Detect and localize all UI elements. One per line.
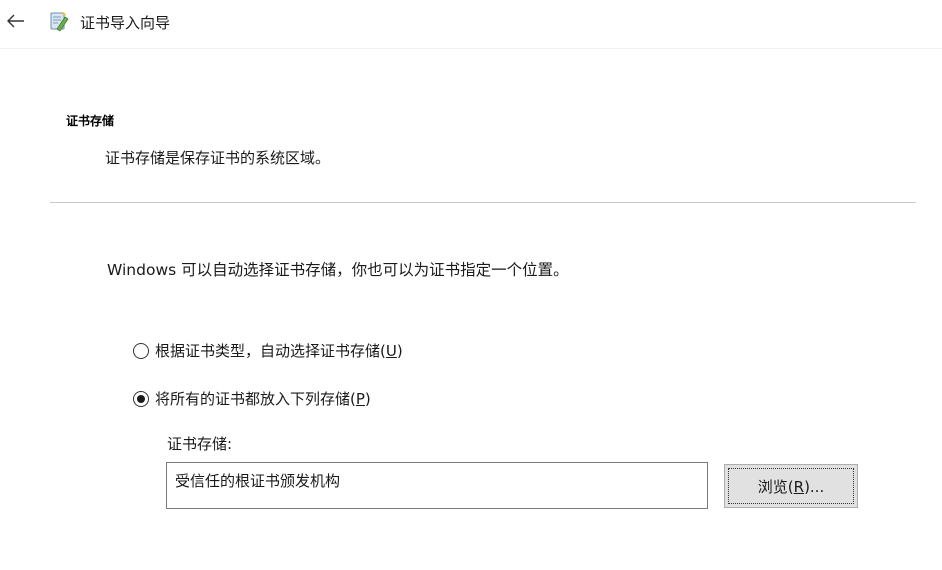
radio-label-auto: 根据证书类型，自动选择证书存储(U): [155, 342, 403, 360]
certificate-wizard-icon: [47, 9, 71, 33]
section-heading: 证书存储: [66, 114, 115, 128]
header-divider: [0, 48, 942, 49]
back-arrow-icon[interactable]: [4, 9, 28, 33]
section-divider: [50, 202, 916, 203]
radio-button-selected[interactable]: [133, 390, 149, 407]
browse-button[interactable]: 浏览(R)...: [724, 464, 858, 508]
browse-button-label: 浏览(R)...: [757, 477, 825, 496]
radio-place-all-in-store[interactable]: 将所有的证书都放入下列存储(P): [133, 388, 371, 409]
certificate-store-label: 证书存储:: [167, 435, 233, 453]
section-description: 证书存储是保存证书的系统区域。: [105, 149, 331, 167]
title-bar: 证书导入向导: [0, 0, 942, 46]
intro-text: Windows 可以自动选择证书存储，你也可以为证书指定一个位置。: [107, 261, 569, 279]
radio-button-unselected[interactable]: [133, 342, 149, 359]
radio-label-place-all: 将所有的证书都放入下列存储(P): [155, 390, 371, 408]
certificate-store-field[interactable]: [166, 462, 708, 509]
window-title: 证书导入向导: [80, 14, 171, 32]
radio-auto-select-store[interactable]: 根据证书类型，自动选择证书存储(U): [133, 340, 403, 361]
